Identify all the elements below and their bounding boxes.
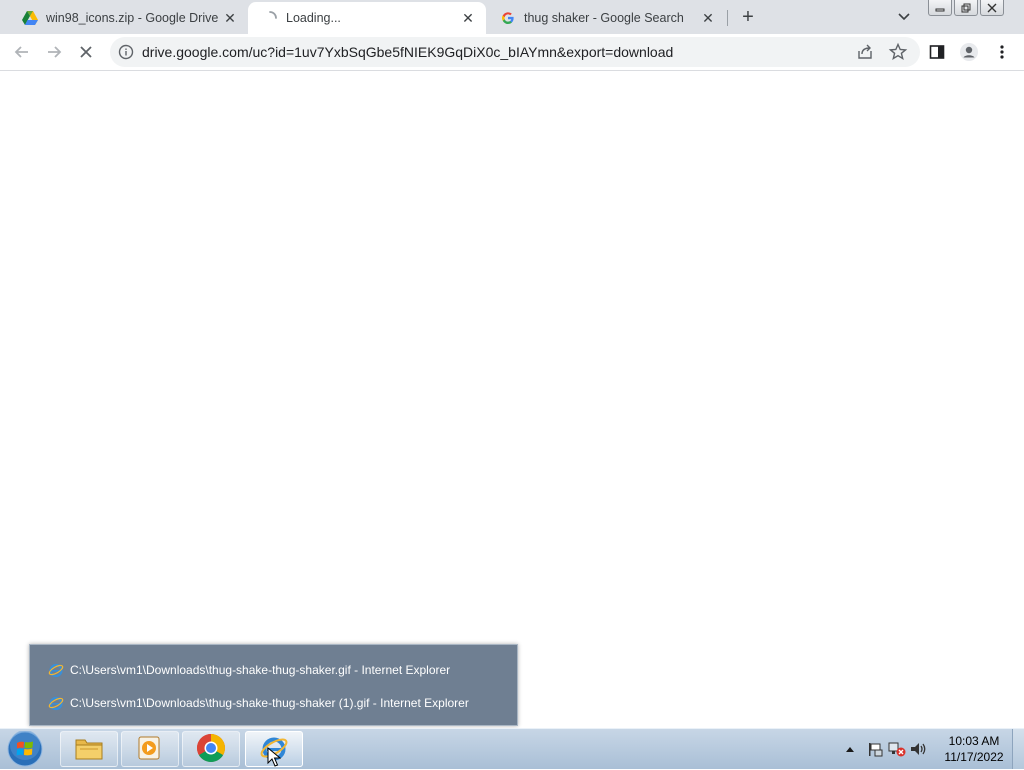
window-list-item[interactable]: C:\Users\vm1\Downloads\thug-shake-thug-s… xyxy=(48,693,469,713)
volume-speaker-icon[interactable] xyxy=(908,741,930,757)
show-hidden-icons-arrow-icon[interactable] xyxy=(842,746,858,752)
browser-toolbar: drive.google.com/uc?id=1uv7YxbSqGbe5fNIE… xyxy=(0,34,1024,71)
page-content xyxy=(0,71,1024,728)
taskbar: 10:03 AM 11/17/2022 xyxy=(0,728,1024,769)
action-center-flag-icon[interactable] xyxy=(864,741,886,757)
share-icon[interactable] xyxy=(856,43,874,61)
tab-close-icon[interactable]: ✕ xyxy=(460,10,476,26)
tab-title: Loading... xyxy=(286,11,341,25)
internet-explorer-icon xyxy=(48,662,64,678)
clock-time: 10:03 AM xyxy=(948,734,1000,748)
side-panel-icon[interactable] xyxy=(925,40,949,64)
tab-title: thug shaker - Google Search xyxy=(524,11,684,25)
taskbar-window-list: C:\Users\vm1\Downloads\thug-shake-thug-s… xyxy=(29,644,518,726)
google-drive-icon xyxy=(22,10,38,26)
minimize-button[interactable] xyxy=(928,0,952,16)
tab-loading[interactable]: Loading... ✕ xyxy=(248,2,486,34)
loading-spinner-icon xyxy=(262,10,278,26)
tab-close-icon[interactable]: ✕ xyxy=(222,10,238,26)
folder-icon xyxy=(74,735,104,764)
tab-google-drive[interactable]: win98_icons.zip - Google Drive ✕ xyxy=(8,2,248,34)
site-info-icon[interactable] xyxy=(118,44,134,60)
chrome-icon xyxy=(196,733,226,766)
tab-search-chevron-icon[interactable] xyxy=(894,8,914,26)
bookmark-star-icon[interactable] xyxy=(888,42,908,62)
taskbar-clock[interactable]: 10:03 AM 11/17/2022 xyxy=(936,733,1012,765)
stop-loading-icon[interactable] xyxy=(74,40,98,64)
more-menu-icon[interactable] xyxy=(990,40,1014,64)
tab-divider xyxy=(727,10,728,26)
address-bar[interactable]: drive.google.com/uc?id=1uv7YxbSqGbe5fNIE… xyxy=(110,37,920,67)
new-tab-button[interactable]: + xyxy=(736,5,760,29)
tab-title: win98_icons.zip - Google Drive xyxy=(46,11,219,25)
url-text: drive.google.com/uc?id=1uv7YxbSqGbe5fNIE… xyxy=(142,44,674,60)
window-list-label: C:\Users\vm1\Downloads\thug-shake-thug-s… xyxy=(70,696,469,710)
clock-date: 11/17/2022 xyxy=(944,750,1004,764)
show-desktop-button[interactable] xyxy=(1012,729,1024,769)
taskbar-media-player-button[interactable] xyxy=(121,731,179,767)
start-button[interactable] xyxy=(4,730,46,768)
taskbar-chrome-button[interactable] xyxy=(182,731,240,767)
tab-google-search[interactable]: thug shaker - Google Search ✕ xyxy=(486,2,726,34)
tab-close-icon[interactable]: ✕ xyxy=(700,10,716,26)
media-player-icon xyxy=(136,735,164,764)
mouse-cursor-icon xyxy=(267,746,282,770)
network-error-icon[interactable] xyxy=(886,741,908,757)
system-tray xyxy=(842,729,930,769)
internet-explorer-icon xyxy=(48,695,64,711)
back-arrow-icon[interactable] xyxy=(10,40,34,64)
window-list-item[interactable]: C:\Users\vm1\Downloads\thug-shake-thug-s… xyxy=(48,660,450,680)
profile-avatar-icon[interactable] xyxy=(957,40,981,64)
forward-arrow-icon[interactable] xyxy=(42,40,66,64)
window-controls xyxy=(928,0,1004,18)
tab-strip: win98_icons.zip - Google Drive ✕ Loading… xyxy=(0,0,1024,34)
restore-button[interactable] xyxy=(954,0,978,16)
google-g-icon xyxy=(500,10,516,26)
taskbar-explorer-button[interactable] xyxy=(60,731,118,767)
window-list-label: C:\Users\vm1\Downloads\thug-shake-thug-s… xyxy=(70,663,451,677)
close-window-button[interactable] xyxy=(980,0,1004,16)
